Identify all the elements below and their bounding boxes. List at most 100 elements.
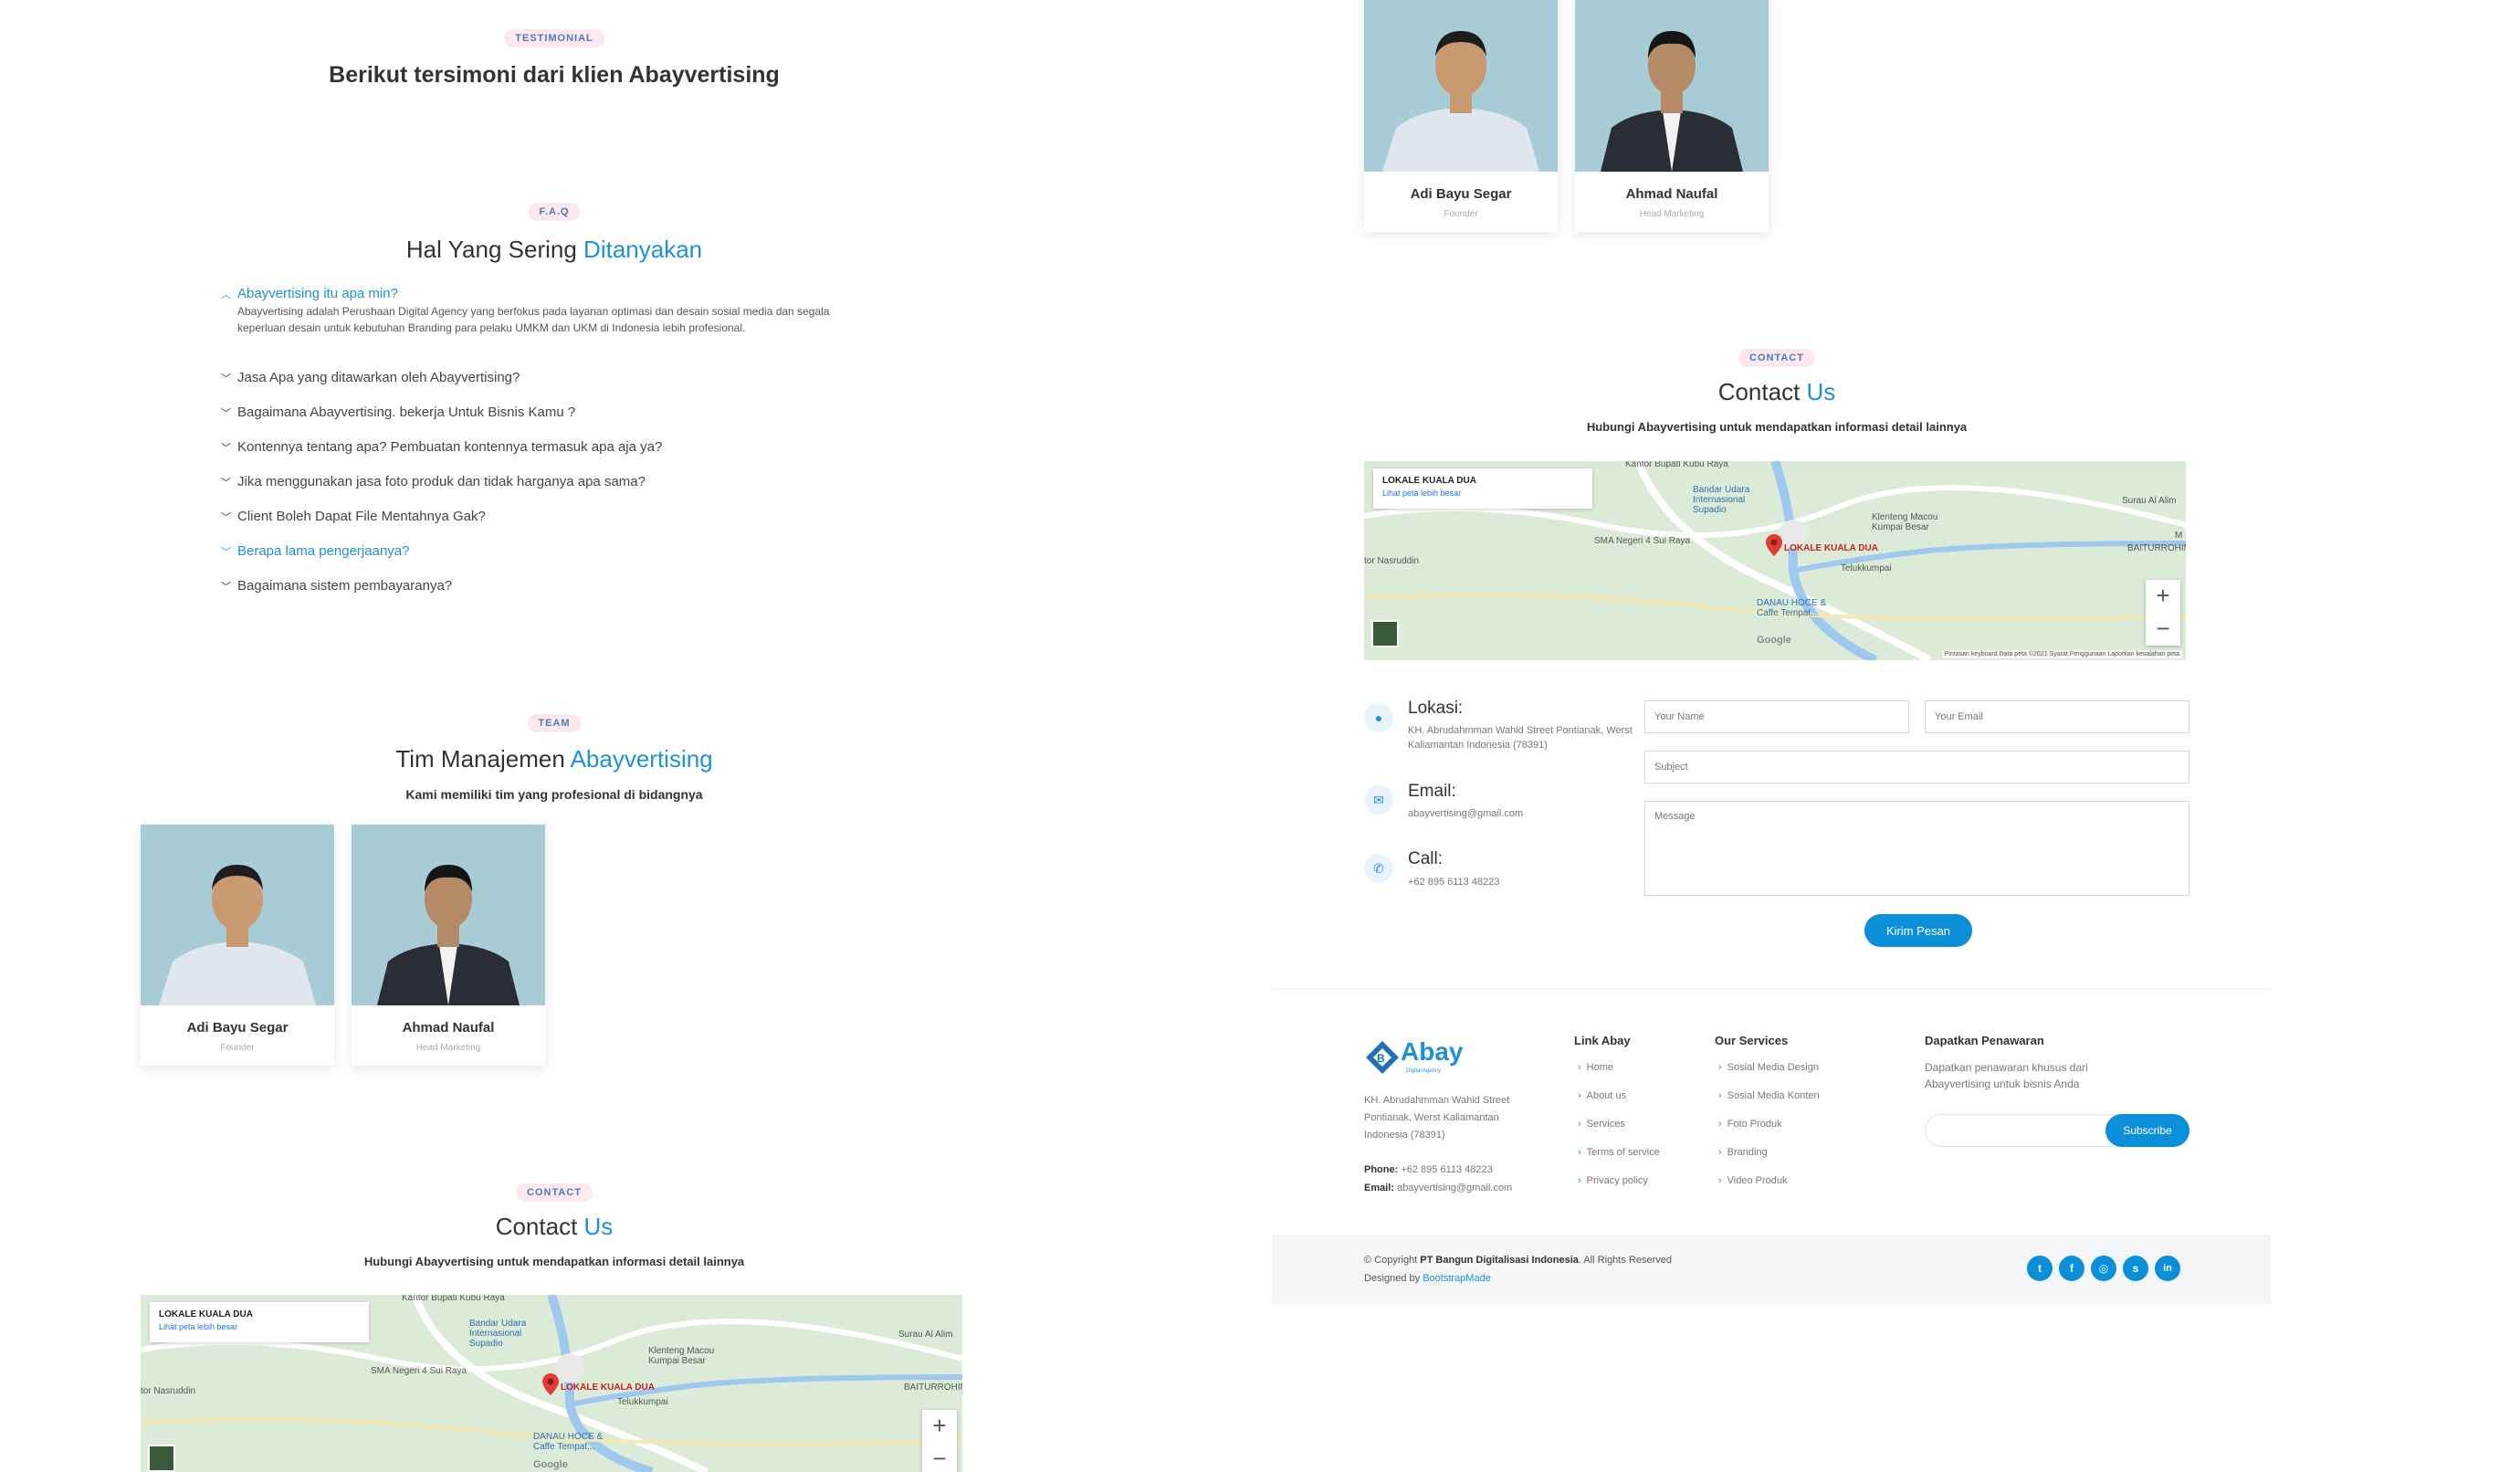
newsletter-email-input[interactable] xyxy=(1937,1120,2101,1141)
footer-link-home[interactable]: › Home xyxy=(1578,1062,1613,1073)
twitter-icon[interactable]: t xyxy=(2027,1256,2053,1281)
map-label: Klenteng Macou Kumpai Besar xyxy=(1872,512,1938,532)
map-label: DANAU HOCE & Caffe Tempat... xyxy=(533,1432,604,1452)
zoom-out-button[interactable]: − xyxy=(2146,613,2180,646)
contact-title: Contact Us xyxy=(1718,378,1836,406)
map-label: SMA Negeri 4 Sui Raya xyxy=(371,1366,467,1376)
logo-tagline: Digital Agency xyxy=(1406,1068,1442,1074)
map-place-box: LOKALE KUALA DUA Lihat peta lebih besar xyxy=(150,1302,369,1342)
team-subtitle: Kami memiliki tim yang profesional di bi… xyxy=(405,787,703,802)
svg-text:B: B xyxy=(1377,1052,1385,1065)
faq-item[interactable]: ﹀ Client Boleh Dapat File Mentahnya Gak? xyxy=(221,509,486,524)
skype-icon[interactable]: s xyxy=(2123,1256,2148,1281)
satellite-toggle[interactable] xyxy=(148,1445,175,1472)
footer-service-link[interactable]: › Video Produk xyxy=(1718,1175,1788,1186)
footer-logo[interactable]: B Abay Digital Agency xyxy=(1364,1037,1465,1078)
faq-item[interactable]: ﹀ Berapa lama pengerjaanya? xyxy=(221,543,409,559)
newsletter-title: Dapatkan Penawaran xyxy=(1925,1034,2044,1047)
designed-prefix: Designed by xyxy=(1364,1273,1423,1284)
email-text: abayvertising@gmail.com xyxy=(1408,808,1524,819)
footer-link-about[interactable]: › About us xyxy=(1578,1090,1626,1101)
footer-email: Email: abayvertising@gmail.com xyxy=(1364,1180,1512,1197)
member-role: Founder xyxy=(1444,209,1478,219)
map-label: tor Nasruddin xyxy=(141,1386,196,1396)
chevron-right-icon: › xyxy=(1578,1147,1581,1158)
send-message-button[interactable]: Kirim Pesan xyxy=(1864,914,1972,947)
email-input[interactable] xyxy=(1925,700,2189,733)
name-input[interactable] xyxy=(1644,700,1909,733)
message-textarea[interactable] xyxy=(1644,801,2189,896)
chevron-right-icon: › xyxy=(1578,1175,1581,1186)
chevron-down-icon: ﹀ xyxy=(221,511,231,523)
faq-item[interactable]: ﹀ Kontennya tentang apa? Pembuatan konte… xyxy=(221,439,662,455)
instagram-icon[interactable]: ◎ xyxy=(2091,1256,2116,1281)
subscribe-button[interactable]: Subscribe xyxy=(2105,1114,2189,1147)
faq-question: Bagaimana sistem pembayaranya? xyxy=(237,578,453,594)
linkedin-icon[interactable]: in xyxy=(2155,1256,2180,1281)
footer-link-label: Services xyxy=(1586,1119,1625,1130)
footer-phone-label: Phone: xyxy=(1364,1164,1399,1175)
faq-item[interactable]: ﹀ Jika menggunakan jasa foto produk dan … xyxy=(221,474,646,489)
member-name: Adi Bayu Segar xyxy=(186,1020,289,1036)
faq-item[interactable]: ︿ Abayvertising itu apa min? xyxy=(221,286,398,301)
footer-service-link[interactable]: › Foto Produk xyxy=(1718,1119,1782,1130)
zoom-in-button[interactable]: + xyxy=(922,1410,957,1443)
contact-title-plain: Contact xyxy=(1717,378,1807,405)
footer-link-terms[interactable]: › Terms of service xyxy=(1578,1147,1660,1158)
footer-links-title: Link Abay xyxy=(1574,1034,1631,1047)
contact-title-accent: Us xyxy=(583,1213,614,1240)
map-marker-icon[interactable] xyxy=(542,1373,559,1395)
chevron-down-icon: ﹀ xyxy=(221,373,231,384)
chevron-down-icon: ﹀ xyxy=(221,407,231,419)
footer-address: KH. Abrudahmman Wahid Street Pontianak, … xyxy=(1364,1095,1510,1141)
faq-item[interactable]: ﹀ Jasa Apa yang ditawarkan oleh Abayvert… xyxy=(221,370,520,385)
abay-logo-icon: B xyxy=(1366,1041,1399,1074)
subject-input[interactable] xyxy=(1644,751,2189,783)
faq-question: Abayvertising itu apa min? xyxy=(237,286,398,301)
map-label: Telukkumpai xyxy=(1841,563,1892,573)
footer-service-link[interactable]: › Branding xyxy=(1718,1147,1768,1158)
member-photo xyxy=(1364,0,1558,172)
faq-item[interactable]: ﹀ Bagaimana Abayvertising. bekerja Untuk… xyxy=(221,405,575,420)
footer-link-label: Terms of service xyxy=(1586,1147,1660,1158)
call-title: Call: xyxy=(1408,849,1444,868)
footer-service-label: Branding xyxy=(1727,1147,1768,1158)
map-place-box: LOKALE KUALA DUA Lihat peta lebih besar xyxy=(1373,468,1592,509)
faq-title-plain: Hal Yang Sering xyxy=(405,236,584,263)
zoom-out-button[interactable]: − xyxy=(922,1443,957,1472)
chevron-down-icon: ﹀ xyxy=(221,477,231,489)
map-place-name: LOKALE KUALA DUA xyxy=(159,1309,253,1320)
contact-title-plain: Contact xyxy=(495,1213,584,1240)
newsletter-text: Dapatkan penawaran khusus dari Abayverti… xyxy=(1925,1061,2088,1090)
faq-item[interactable]: ﹀ Bagaimana sistem pembayaranya? xyxy=(221,578,452,594)
map-attribution[interactable]: Pintasan keyboard Data peta ©2021 Syarat… xyxy=(1941,650,2182,658)
map-embed[interactable]: LOKALE KUALA DUA Lihat peta lebih besar … xyxy=(1364,461,2186,660)
footer-service-link[interactable]: › Sosial Media Konten xyxy=(1718,1090,1820,1101)
google-logo: Google xyxy=(533,1459,568,1470)
location-title: Lokasi: xyxy=(1408,699,1464,718)
map-larger-link[interactable]: Lihat peta lebih besar xyxy=(1382,489,1583,498)
map-embed[interactable]: LOKALE KUALA DUA Lihat peta lebih besar … xyxy=(141,1295,962,1472)
designed-by: Designed by BootstrapMade xyxy=(1364,1273,1491,1284)
team-card: Adi Bayu Segar Founder xyxy=(141,825,334,1066)
member-role: Head Marketing xyxy=(1639,209,1705,219)
chevron-down-icon: ﹀ xyxy=(221,581,231,593)
member-name: Ahmad Naufal xyxy=(402,1020,495,1036)
footer-link-services[interactable]: › Services xyxy=(1578,1119,1625,1130)
footer-service-label: Sosial Media Design xyxy=(1727,1062,1819,1073)
facebook-icon[interactable]: f xyxy=(2059,1256,2084,1281)
map-label: Kantor Bupati Kubu Raya xyxy=(402,1295,505,1303)
designed-link[interactable]: BootstrapMade xyxy=(1423,1273,1491,1284)
chevron-down-icon: ﹀ xyxy=(221,442,231,454)
footer-link-privacy[interactable]: › Privacy policy xyxy=(1578,1175,1648,1186)
contact-title-accent: Us xyxy=(1806,378,1836,405)
zoom-in-button[interactable]: + xyxy=(2146,580,2180,613)
testimonial-badge: TESTIMONIAL xyxy=(504,29,604,47)
map-label: Bandar Udara Internasional Supadio xyxy=(469,1319,527,1349)
satellite-toggle[interactable] xyxy=(1371,620,1399,647)
faq-title: Hal Yang Sering Ditanyakan xyxy=(406,236,702,264)
map-larger-link[interactable]: Lihat peta lebih besar xyxy=(159,1322,360,1331)
footer-service-link[interactable]: › Sosial Media Design xyxy=(1718,1062,1819,1073)
footer-service-label: Sosial Media Konten xyxy=(1727,1090,1820,1101)
map-marker-icon[interactable] xyxy=(1766,534,1782,556)
